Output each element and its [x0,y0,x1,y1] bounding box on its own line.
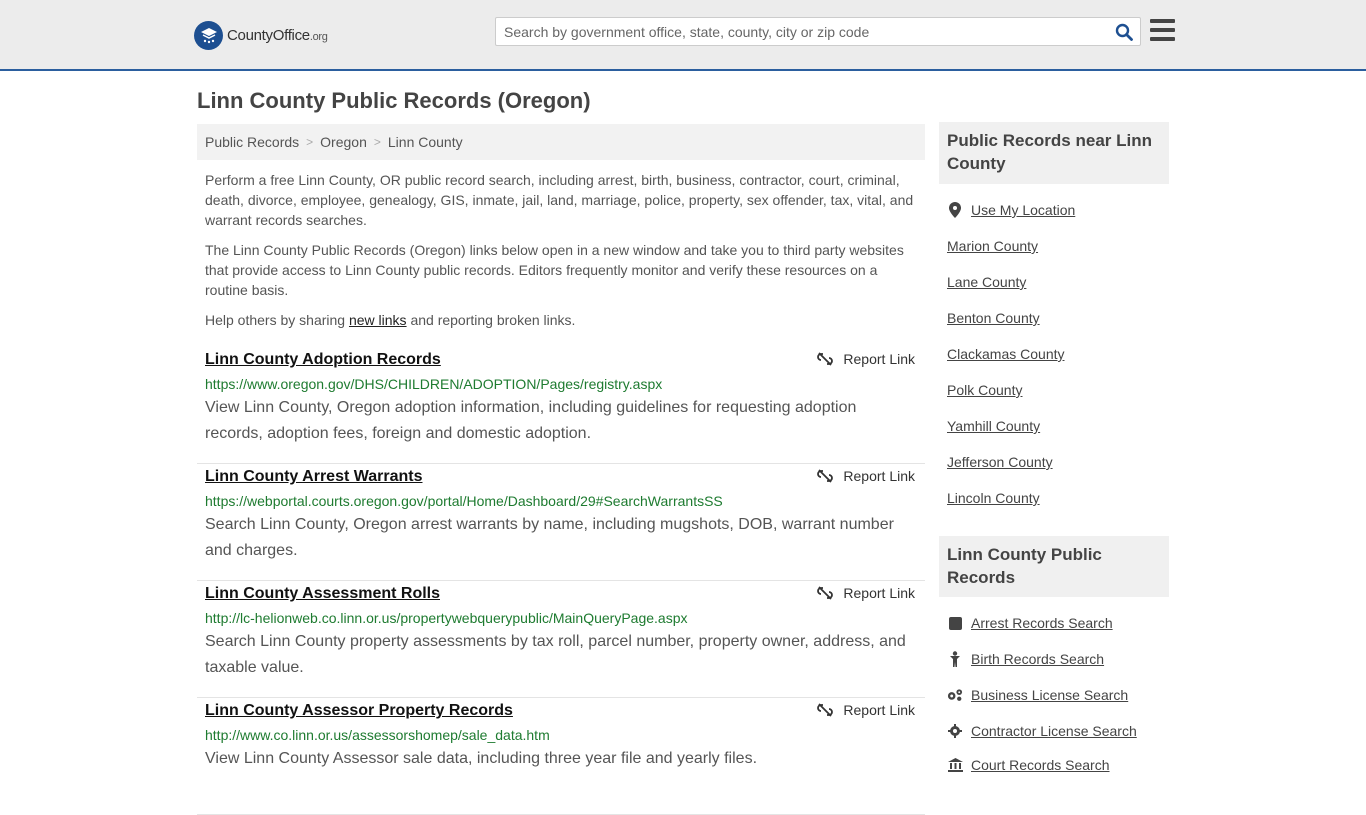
report-link-button[interactable]: Report Link [817,585,915,601]
court-records-link[interactable]: Court Records Search [947,757,1110,773]
contractor-icon [947,723,963,739]
nearby-county-link[interactable]: Polk County [947,382,1022,398]
contractor-license-link[interactable]: Contractor License Search [947,723,1137,739]
breadcrumb: Public Records > Oregon > Linn County [197,124,925,160]
nearby-county-link[interactable]: Lane County [947,274,1026,290]
share-paragraph: Help others by sharing new links and rep… [205,312,576,328]
logo-emblem-icon [194,20,223,50]
broken-link-icon [817,586,834,600]
report-link-button[interactable]: Report Link [817,468,915,484]
map-pin-icon [947,202,963,218]
chevron-right-icon: > [306,135,314,149]
record-item: Linn County Adoption Records Report Link… [197,347,925,464]
nearby-county-link[interactable]: Marion County [947,238,1038,254]
nearby-county-link[interactable]: Yamhill County [947,418,1040,434]
disclaimer-paragraph: The Linn County Public Records (Oregon) … [205,242,904,298]
record-url: https://www.oregon.gov/DHS/CHILDREN/ADOP… [205,376,663,392]
record-description: Search Linn County, Oregon arrest warran… [205,516,894,559]
use-my-location-link[interactable]: Use My Location [947,202,1075,218]
record-title-link[interactable]: Linn County Assessment Rolls [205,585,440,603]
record-item: Linn County Assessor Property Records Re… [197,698,925,815]
record-title-link[interactable]: Linn County Adoption Records [205,351,441,369]
record-description: Search Linn County property assessments … [205,633,906,676]
new-links-link[interactable]: new links [349,312,407,328]
search-input[interactable] [496,18,1106,45]
business-icon [947,687,963,703]
breadcrumb-linn-county[interactable]: Linn County [388,134,463,150]
nearby-county-link[interactable]: Benton County [947,310,1040,326]
nearby-county-link[interactable]: Clackamas County [947,346,1065,362]
record-url: http://lc-helionweb.co.linn.or.us/proper… [205,610,688,626]
report-link-button[interactable]: Report Link [817,351,915,367]
search-button[interactable] [1114,22,1134,42]
search-icon [1115,23,1133,41]
record-item: Linn County Assessment Rolls Report Link… [197,581,925,698]
record-url: http://www.co.linn.or.us/assessorshomep/… [205,727,550,743]
record-title-link[interactable]: Linn County Arrest Warrants [205,468,423,486]
broken-link-icon [817,703,834,717]
top-bar: CountyOffice.org [0,0,1366,71]
search-box [495,17,1141,46]
report-link-button[interactable]: Report Link [817,702,915,718]
record-title-link[interactable]: Linn County Assessor Property Records [205,702,513,720]
breadcrumb-oregon[interactable]: Oregon [320,134,367,150]
record-url: https://webportal.courts.oregon.gov/port… [205,493,723,509]
intro-paragraph: Perform a free Linn County, OR public re… [205,172,914,228]
logo-text: CountyOffice.org [227,26,328,44]
breadcrumb-public-records[interactable]: Public Records [205,134,299,150]
hamburger-menu-icon[interactable] [1150,19,1175,41]
site-logo[interactable]: CountyOffice.org [194,20,328,50]
arrest-icon [947,615,963,631]
nearby-records-heading: Public Records near Linn County [939,122,1169,184]
chevron-right-icon: > [373,135,381,149]
broken-link-icon [817,469,834,483]
county-records-heading: Linn County Public Records [939,536,1169,597]
court-icon [947,757,963,773]
business-license-link[interactable]: Business License Search [947,687,1128,703]
page-title: Linn County Public Records (Oregon) [197,88,591,113]
nearby-county-link[interactable]: Jefferson County [947,454,1053,470]
broken-link-icon [817,352,834,366]
record-description: View Linn County, Oregon adoption inform… [205,399,857,442]
record-item: Linn County Arrest Warrants Report Link … [197,464,925,581]
nearby-county-link[interactable]: Lincoln County [947,490,1040,506]
record-description: View Linn County Assessor sale data, inc… [205,750,758,767]
birth-icon [947,651,963,667]
arrest-records-link[interactable]: Arrest Records Search [947,615,1113,631]
birth-records-link[interactable]: Birth Records Search [947,651,1104,667]
